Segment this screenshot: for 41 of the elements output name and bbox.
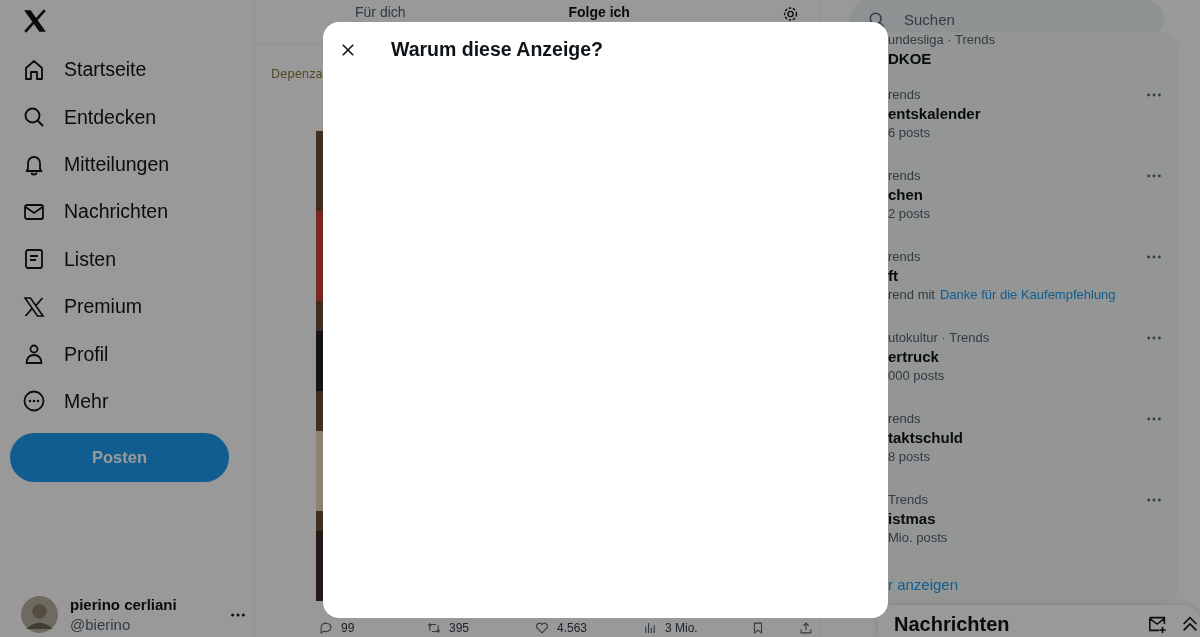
trend-title[interactable]: istmas	[888, 510, 948, 527]
action-count: 395	[449, 621, 470, 635]
drawer-title: Nachrichten	[894, 612, 1011, 636]
author-logo[interactable]: Depenza	[271, 66, 323, 81]
trend-category: rends	[888, 249, 922, 264]
trend-title[interactable]: entskalender	[888, 105, 981, 122]
trend-title[interactable]: ertruck	[888, 348, 990, 365]
timeline-tab[interactable]: Für dich	[355, 4, 569, 20]
trend-post-count: 6 posts	[888, 125, 930, 140]
action-count: 3 Mio.	[665, 621, 698, 635]
account-handle: @bierino	[70, 616, 132, 633]
trend-post-count: Mio. posts	[888, 530, 948, 545]
nav-item[interactable]: Listen	[10, 235, 117, 283]
nav-item[interactable]: Nachrichten	[10, 188, 169, 236]
dialog-title: Warum diese Anzeige?	[391, 38, 603, 61]
trend-category: undesliga · Trends	[888, 32, 995, 47]
action-count: 4.563	[557, 621, 588, 635]
trend-title[interactable]: ft	[888, 267, 1116, 284]
nav-item[interactable]: Profil	[10, 330, 109, 378]
account-name: pierino cerliani	[70, 596, 178, 613]
trend-post-count: rend mit	[888, 287, 935, 302]
trend-title[interactable]: DKOE	[888, 50, 995, 67]
trend-title[interactable]: taktschuld	[888, 429, 963, 446]
nav-item[interactable]: Startseite	[10, 46, 147, 94]
search-field[interactable]: Suchen	[902, 10, 1126, 29]
messages-drawer[interactable]: Nachrichten	[878, 605, 1200, 637]
trend-post-count: 2 posts	[888, 206, 930, 221]
nav-item[interactable]: Mehr	[10, 377, 109, 426]
trend-category: rends	[888, 168, 922, 183]
trend-post-count: 000 posts	[888, 368, 945, 383]
action-count: 99	[341, 621, 355, 635]
nav-item[interactable]: Mitteilungen	[10, 140, 170, 189]
nav-item[interactable]: Entdecken	[10, 93, 157, 141]
trend-post-count: 8 posts	[888, 449, 930, 464]
trend-category: rends	[888, 411, 922, 426]
trend-category: rends	[888, 87, 922, 102]
trend-category: utokultur · Trends	[888, 330, 990, 345]
trend-title[interactable]: chen	[888, 186, 930, 203]
timeline-tab[interactable]: Folge ich	[568, 4, 782, 20]
nav-item[interactable]: Premium	[10, 282, 142, 331]
trend-category: Trends	[888, 492, 929, 507]
